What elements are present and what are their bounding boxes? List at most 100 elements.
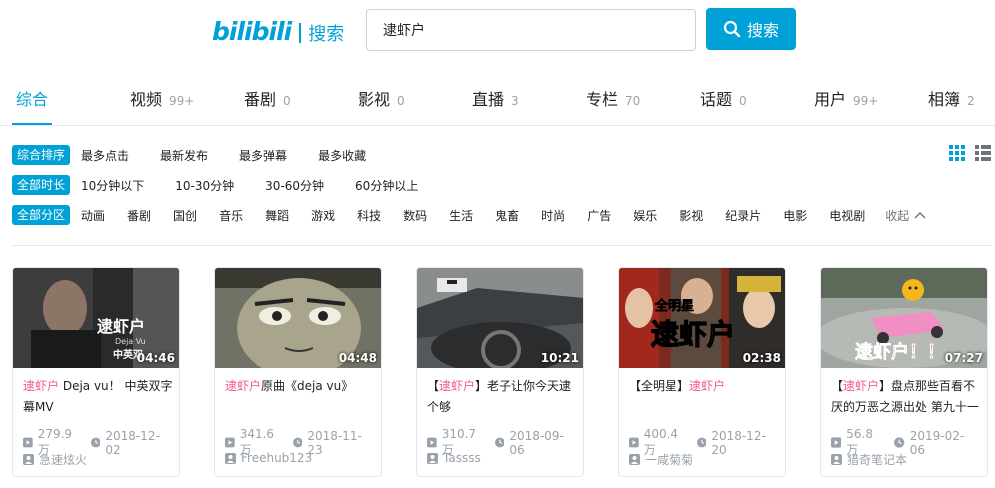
logo-separator bbox=[299, 23, 302, 43]
sort-filter-row: 综合排序 最多点击 最新发布 最多弹幕 最多收藏 bbox=[12, 145, 366, 165]
search-input[interactable] bbox=[367, 10, 695, 50]
zone-option[interactable]: 纪录片 bbox=[725, 207, 761, 224]
duration-option[interactable]: 30-60分钟 bbox=[265, 177, 324, 194]
sort-option[interactable]: 最新发布 bbox=[160, 147, 208, 164]
video-title[interactable]: 【逮虾户】老子让你今天逮个够 bbox=[427, 376, 579, 420]
thumbnail-top-text: 全明星 bbox=[654, 298, 694, 314]
logo-wordmark: bilibili bbox=[212, 16, 292, 46]
zone-option[interactable]: 生活 bbox=[449, 207, 473, 224]
upload-date: 2018-11-23 bbox=[307, 428, 362, 457]
video-card[interactable]: 10:21 【逮虾户】老子让你今天逮个够 310.7万 2018-09-06 T… bbox=[416, 267, 584, 477]
filter-divider bbox=[12, 245, 992, 246]
grid-view-icon[interactable] bbox=[949, 145, 965, 161]
video-thumbnail[interactable]: 10:21 bbox=[417, 268, 583, 368]
video-card[interactable]: 逮虾户！！ 07:27 【逮虾户】盘点那些百看不厌的万恶之源出处 第九十一 56… bbox=[820, 267, 988, 477]
upload-date: 2018-12-20 bbox=[711, 428, 766, 457]
upload-date: 2019-02-06 bbox=[909, 428, 965, 457]
view-toggle bbox=[949, 145, 991, 161]
video-duration: 04:48 bbox=[338, 351, 377, 365]
tab-live[interactable]: 直播 3 bbox=[472, 86, 519, 110]
video-thumbnail[interactable]: 逮虾户 Deja Vu 中英双 04:46 bbox=[13, 268, 179, 368]
user-icon bbox=[629, 454, 640, 465]
chevron-up-icon bbox=[914, 212, 926, 219]
tab-album[interactable]: 相簿 2 bbox=[928, 86, 975, 110]
video-thumbnail[interactable]: 逮虾户！！ 07:27 bbox=[821, 268, 987, 368]
tab-label: 用户 bbox=[814, 90, 847, 109]
uploader[interactable]: 急速炫火 bbox=[23, 451, 87, 468]
uploader-name: 猎奇笔记本 bbox=[847, 453, 908, 467]
title-keyword: 逮虾户 bbox=[439, 379, 476, 393]
zone-filter-row: 全部分区 动画 番剧 国创 音乐 舞蹈 游戏 科技 数码 生活 鬼畜 时尚 广告… bbox=[12, 205, 926, 225]
zone-option[interactable]: 国创 bbox=[173, 207, 197, 224]
tab-count: 2 bbox=[967, 94, 975, 108]
duration-option[interactable]: 10-30分钟 bbox=[175, 177, 234, 194]
video-duration: 04:46 bbox=[136, 351, 175, 365]
sort-badge[interactable]: 综合排序 bbox=[12, 145, 71, 165]
video-card[interactable]: 04:48 逮虾户原曲《deja vu》 341.6万 2018-11-23 F… bbox=[214, 267, 382, 477]
duration-filter-row: 全部时长 10分钟以下 10-30分钟 30-60分钟 60分钟以上 bbox=[12, 175, 418, 195]
zone-option[interactable]: 音乐 bbox=[219, 207, 243, 224]
search-button[interactable]: 搜索 bbox=[706, 8, 796, 50]
uploader[interactable]: Freehub123 bbox=[225, 451, 312, 465]
sort-option[interactable]: 最多收藏 bbox=[318, 147, 366, 164]
video-title[interactable]: 逮虾户 Deja vu！ 中英双字幕MV bbox=[23, 376, 175, 420]
zone-option[interactable]: 娱乐 bbox=[633, 207, 657, 224]
uploader-name: Tassss bbox=[443, 451, 481, 465]
thumbnail-title-text: 逮虾户 bbox=[651, 318, 735, 351]
tab-article[interactable]: 专栏 70 bbox=[586, 86, 640, 110]
sort-option[interactable]: 最多弹幕 bbox=[239, 147, 287, 164]
video-title[interactable]: 【逮虾户】盘点那些百看不厌的万恶之源出处 第九十一 bbox=[831, 376, 983, 420]
video-title[interactable]: 逮虾户原曲《deja vu》 bbox=[225, 376, 377, 420]
zone-option[interactable]: 时尚 bbox=[541, 207, 565, 224]
sort-option[interactable]: 最多点击 bbox=[81, 147, 129, 164]
zone-option[interactable]: 电影 bbox=[783, 207, 807, 224]
zone-option[interactable]: 电视剧 bbox=[829, 207, 865, 224]
tab-label: 相簿 bbox=[928, 90, 961, 109]
clock-icon bbox=[292, 437, 303, 448]
tab-label: 专栏 bbox=[586, 90, 619, 109]
zone-option[interactable]: 科技 bbox=[357, 207, 381, 224]
zone-badge[interactable]: 全部分区 bbox=[12, 205, 71, 225]
uploader[interactable]: 一咸菊菊 bbox=[629, 451, 693, 468]
title-prefix: 【 bbox=[427, 379, 440, 393]
tab-label: 影视 bbox=[358, 90, 391, 109]
user-icon bbox=[831, 454, 842, 465]
zone-option[interactable]: 鬼畜 bbox=[495, 207, 519, 224]
video-card[interactable]: 全明星 逮虾户 02:38 【全明星】逮虾户 400.4万 2018-12-20… bbox=[618, 267, 786, 477]
video-duration: 07:27 bbox=[944, 351, 983, 365]
tab-label: 话题 bbox=[700, 90, 733, 109]
collapse-label: 收起 bbox=[885, 208, 910, 223]
tab-label: 视频 bbox=[130, 90, 163, 109]
list-view-icon[interactable] bbox=[975, 145, 991, 161]
tab-bangumi[interactable]: 番剧 0 bbox=[244, 86, 291, 110]
collapse-toggle[interactable]: 收起 bbox=[885, 207, 926, 224]
tab-video[interactable]: 视频 99+ bbox=[130, 86, 194, 110]
search-button-label: 搜索 bbox=[746, 21, 779, 40]
uploader[interactable]: 猎奇笔记本 bbox=[831, 451, 907, 468]
duration-badge[interactable]: 全部时长 bbox=[12, 175, 71, 195]
search-icon bbox=[723, 20, 741, 38]
video-card[interactable]: 逮虾户 Deja Vu 中英双 04:46 逮虾户 Deja vu！ 中英双字幕… bbox=[12, 267, 180, 477]
zone-option[interactable]: 数码 bbox=[403, 207, 427, 224]
uploader[interactable]: Tassss bbox=[427, 451, 481, 465]
bilibili-logo[interactable]: bilibili 搜索 bbox=[212, 14, 344, 48]
tab-count: 70 bbox=[625, 94, 641, 108]
video-duration: 02:38 bbox=[742, 351, 781, 365]
zone-option[interactable]: 动画 bbox=[81, 207, 105, 224]
video-thumbnail[interactable]: 全明星 逮虾户 02:38 bbox=[619, 268, 785, 368]
video-thumbnail[interactable]: 04:48 bbox=[215, 268, 381, 368]
tab-topic[interactable]: 话题 0 bbox=[700, 86, 747, 110]
duration-option[interactable]: 60分钟以上 bbox=[355, 177, 418, 194]
tab-movie[interactable]: 影视 0 bbox=[358, 86, 405, 110]
video-title[interactable]: 【全明星】逮虾户 bbox=[629, 376, 781, 420]
play-count-icon bbox=[427, 437, 437, 448]
thumbnail-title-text: 逮虾户 bbox=[97, 317, 145, 336]
tab-all[interactable]: 综合 bbox=[16, 86, 48, 110]
duration-option[interactable]: 10分钟以下 bbox=[81, 177, 144, 194]
zone-option[interactable]: 游戏 bbox=[311, 207, 335, 224]
zone-option[interactable]: 广告 bbox=[587, 207, 611, 224]
zone-option[interactable]: 舞蹈 bbox=[265, 207, 289, 224]
tab-user[interactable]: 用户 99+ bbox=[814, 86, 878, 110]
zone-option[interactable]: 番剧 bbox=[127, 207, 151, 224]
zone-option[interactable]: 影视 bbox=[679, 207, 703, 224]
